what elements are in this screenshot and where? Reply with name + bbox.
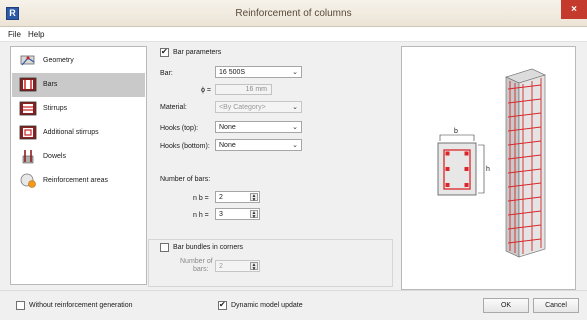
geometry-icon xyxy=(20,55,35,66)
menu-help[interactable]: Help xyxy=(28,30,44,39)
nh-stepper[interactable]: 3 ▲ ▼ xyxy=(215,208,260,220)
hooks-top-value: None xyxy=(219,124,236,131)
nav-label-geometry: Geometry xyxy=(43,57,74,64)
number-of-bars-label: Number of bars: xyxy=(160,176,211,183)
nh-value: 3 xyxy=(219,211,223,218)
hooks-top-label: Hooks (top): xyxy=(160,125,199,132)
dim-h-label: h xyxy=(486,166,490,173)
close-button[interactable]: × xyxy=(561,0,587,19)
spin-arrows-icon[interactable]: ▲ ▼ xyxy=(250,210,258,220)
bundle-count-value: 2 xyxy=(219,263,223,270)
nav-label-stirrups: Stirrups xyxy=(43,105,68,112)
preview-panel: b h xyxy=(401,46,576,290)
nh-label: n h = xyxy=(193,212,209,219)
dynamic-update-label: Dynamic model update xyxy=(231,302,303,309)
diameter-value: 16 mm xyxy=(245,86,267,93)
bundle-count-label-line1: Number of xyxy=(180,258,213,265)
without-generation-checkbox[interactable] xyxy=(16,301,25,310)
nav-label-bars: Bars xyxy=(43,81,58,88)
material-label: Material: xyxy=(160,104,187,111)
nb-label: n b = xyxy=(193,195,209,202)
nav-item-stirrups[interactable]: Stirrups xyxy=(12,97,145,121)
bundle-count-stepper[interactable]: 2 ▲ ▼ xyxy=(215,260,260,272)
nb-stepper[interactable]: 2 ▲ ▼ xyxy=(215,191,260,203)
menu-file[interactable]: File xyxy=(8,30,21,39)
nav-item-dowels[interactable]: Dowels xyxy=(12,145,145,169)
nav-item-additional-stirrups[interactable]: Additional stirrups xyxy=(12,121,145,145)
chevron-down-icon: ⌄ xyxy=(292,69,298,76)
material-select-value: <By Category> xyxy=(219,104,266,111)
diameter-label: ϕ = xyxy=(201,87,211,94)
diameter-field: 16 mm xyxy=(215,84,272,95)
nav-item-reinforcement-areas[interactable]: Reinforcement areas xyxy=(12,169,145,193)
bar-select-value: 16 500S xyxy=(219,69,246,76)
without-generation-label: Without reinforcement generation xyxy=(29,302,133,309)
hooks-bottom-select[interactable]: None ⌄ xyxy=(215,139,302,151)
bars-icon xyxy=(19,77,37,92)
navigation-panel: Geometry Bars Stirrups Additional stirru… xyxy=(10,46,147,285)
bar-bundles-checkbox[interactable] xyxy=(160,243,169,252)
window-title: Reinforcement of columns xyxy=(235,8,352,19)
footer-separator xyxy=(0,290,587,291)
nav-label-reinforcement-areas: Reinforcement areas xyxy=(43,177,108,184)
chevron-down-icon: ⌄ xyxy=(292,104,298,111)
column-preview-drawing: b h xyxy=(437,68,546,258)
hooks-bottom-label: Hooks (bottom): xyxy=(160,143,210,150)
chevron-down-icon: ⌄ xyxy=(292,124,298,131)
hooks-bottom-value: None xyxy=(219,142,236,149)
nav-label-dowels: Dowels xyxy=(43,153,66,160)
nav-item-geometry[interactable]: Geometry xyxy=(12,49,145,73)
dynamic-update-checkbox[interactable] xyxy=(218,300,227,310)
hooks-top-select[interactable]: None ⌄ xyxy=(215,121,302,133)
bar-select[interactable]: 16 500S ⌄ xyxy=(215,66,302,78)
dowels-icon xyxy=(22,150,34,164)
cancel-button[interactable]: Cancel xyxy=(533,298,579,313)
chevron-down-icon: ⌄ xyxy=(292,142,298,149)
reinforcement-areas-icon xyxy=(20,173,36,188)
title-bar: R Reinforcement of columns × xyxy=(0,0,587,27)
nav-label-additional-stirrups: Additional stirrups xyxy=(43,129,99,136)
bar-label: Bar: xyxy=(160,70,173,77)
bar-parameters-checkbox[interactable] xyxy=(160,47,169,57)
material-select[interactable]: <By Category> ⌄ xyxy=(215,101,302,113)
bundle-count-label-line2: bars: xyxy=(193,266,209,273)
bar-parameters-label: Bar parameters xyxy=(173,49,222,56)
dim-b-label: b xyxy=(454,128,458,135)
additional-stirrups-icon xyxy=(19,125,37,140)
menu-bar: File Help xyxy=(0,27,587,42)
stirrups-icon xyxy=(19,101,37,116)
spin-arrows-icon[interactable]: ▲ ▼ xyxy=(250,193,258,203)
bar-bundles-label: Bar bundles in corners xyxy=(173,244,244,251)
nb-value: 2 xyxy=(219,194,223,201)
spin-arrows-icon[interactable]: ▲ ▼ xyxy=(250,262,258,272)
ok-button[interactable]: OK xyxy=(483,298,529,313)
nav-item-bars[interactable]: Bars xyxy=(12,73,145,97)
